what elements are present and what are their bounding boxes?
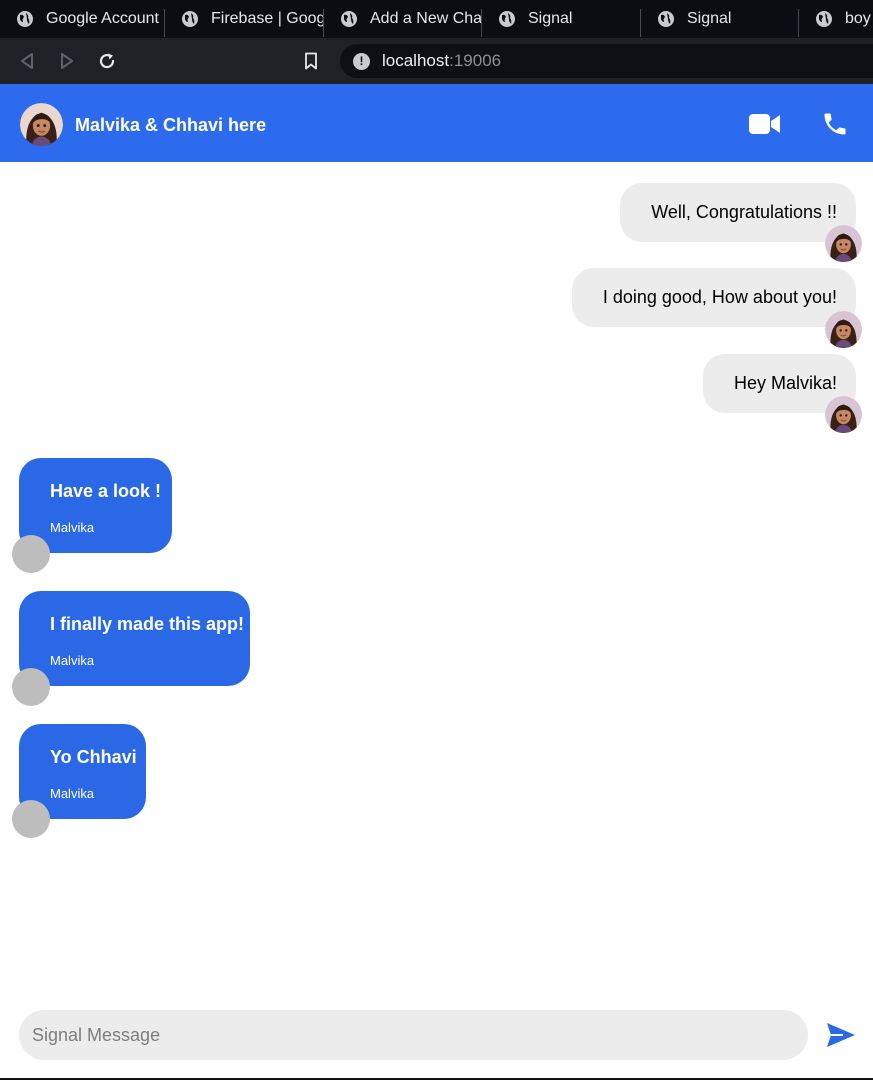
avatar-illustration [825,311,862,348]
browser-tab[interactable]: boy n [799,0,873,38]
globe-icon [182,11,198,27]
avatar [12,535,50,573]
send-button[interactable] [823,1018,859,1052]
video-call-button[interactable] [745,104,785,144]
globe-icon [499,11,515,27]
avatar-illustration [20,103,63,146]
voice-call-button[interactable] [815,104,855,144]
incoming-message: I finally made this app! Malvika [19,591,250,686]
tab-title: Firebase | Google [211,10,323,27]
browser-tab[interactable]: Firebase | Google [165,0,323,38]
avatar-illustration [825,396,862,433]
back-button[interactable] [12,46,42,76]
message-text: I doing good, How about you! [602,287,837,307]
outgoing-message: Well, Congratulations !! [620,183,856,242]
tab-title: Add a New Chat [370,10,481,27]
avatar [12,668,50,706]
send-icon [827,1023,855,1047]
message-text: Have a look ! [50,481,162,501]
globe-icon [17,11,33,27]
reload-icon [99,53,115,69]
avatar [825,311,862,348]
video-camera-icon [749,114,780,134]
bookmark-button[interactable] [296,46,326,76]
browser-toolbar: ! localhost:19006 [0,38,873,84]
back-arrow-icon [21,53,33,69]
tab-title: Google Account [46,10,159,27]
forward-button[interactable] [52,46,82,76]
chat-header: Malvika & Chhavi here [0,84,873,162]
globe-icon [658,11,674,27]
globe-icon [816,11,832,27]
sender-name: Malvika [50,786,95,801]
sender-name: Malvika [50,520,95,535]
avatar [825,225,862,262]
message-text: Hey Malvika! [733,373,837,393]
browser-tab-bar: Google Account Firebase | Google Add a N… [0,0,873,38]
avatar [12,800,50,838]
outgoing-message: I doing good, How about you! [571,268,856,327]
avatar-illustration [825,225,862,262]
tab-title: boy n [845,10,873,27]
sender-name: Malvika [50,653,95,668]
bookmark-icon [305,52,317,70]
tab-title: Signal [687,10,732,27]
browser-tab[interactable]: Signal [482,0,640,38]
browser-tab[interactable]: Google Account [0,0,164,38]
chat-title: Malvika & Chhavi here [75,115,267,135]
url-host: localhost [382,51,450,70]
browser-tab[interactable]: Add a New Chat [324,0,481,38]
message-text: Well, Congratulations !! [651,202,837,222]
message-text: I finally made this app! [50,614,245,634]
forward-arrow-icon [61,53,73,69]
message-text: Yo Chhavi [50,747,137,767]
avatar[interactable] [20,103,63,146]
reload-button[interactable] [92,46,122,76]
phone-icon [824,113,846,135]
avatar [825,396,862,433]
browser-tab[interactable]: Signal [641,0,798,38]
tab-title: Signal [528,10,573,27]
site-info-icon[interactable]: ! [353,52,370,70]
message-input[interactable] [19,1010,808,1060]
url-port: :19006 [449,51,502,70]
globe-icon [341,11,357,27]
address-bar[interactable]: ! localhost:19006 [340,44,873,78]
